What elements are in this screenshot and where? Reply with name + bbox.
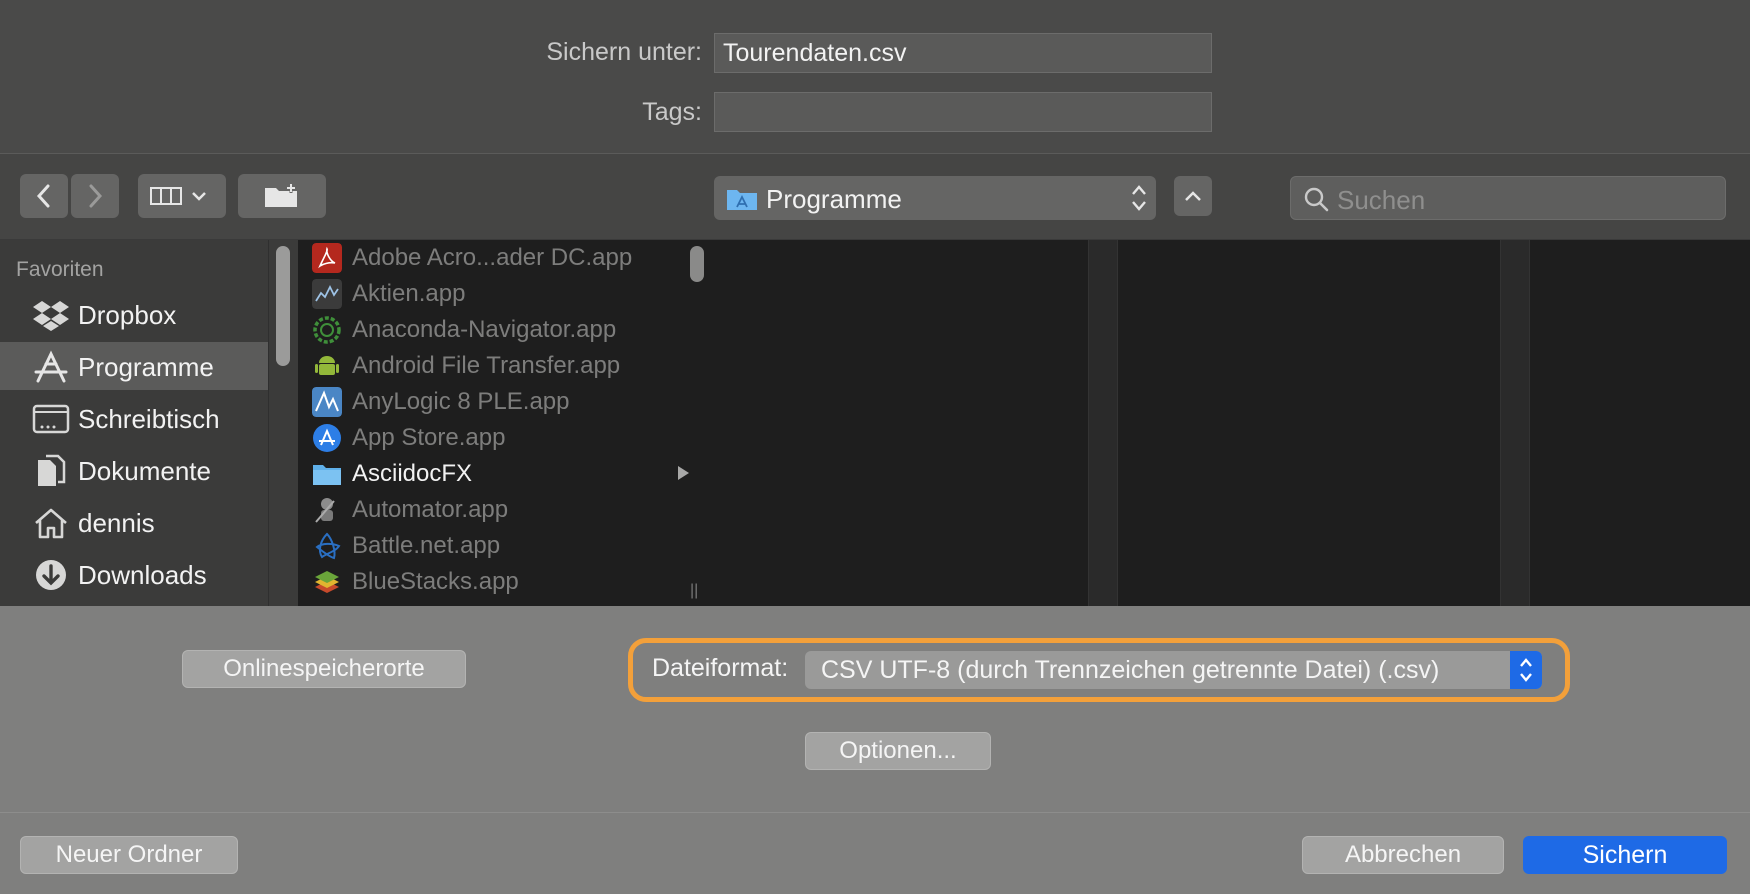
sidebar-item-schreibtisch[interactable]: Schreibtisch — [0, 394, 268, 442]
tags-label: Tags: — [642, 98, 702, 126]
new-folder-button[interactable]: Neuer Ordner — [20, 836, 238, 874]
new-folder-toolbar-button[interactable] — [238, 174, 326, 218]
file-item[interactable]: Adobe Acro...ader DC.app — [312, 240, 688, 276]
applications-icon — [34, 350, 68, 383]
anylogic-icon — [312, 387, 342, 417]
back-button[interactable] — [20, 174, 68, 218]
dropbox-icon — [33, 301, 69, 331]
sidebar-item-dropbox[interactable]: Dropbox — [0, 290, 268, 338]
divider — [0, 812, 1750, 813]
sidebar-scrollbar[interactable] — [276, 246, 290, 366]
disclosure-arrow-icon — [678, 466, 689, 480]
sidebar-item-label: dennis — [78, 508, 155, 538]
search-icon — [1304, 187, 1329, 212]
chevron-up-icon — [1185, 191, 1201, 201]
file-item[interactable]: Battle.net.app — [312, 528, 688, 564]
documents-icon — [38, 454, 66, 486]
sidebar-heading: Favoriten — [16, 258, 104, 281]
file-item[interactable]: Aktien.app — [312, 276, 688, 312]
chevron-left-icon — [36, 184, 50, 208]
anaconda-icon — [313, 316, 341, 344]
chevron-up-down-icon — [1520, 658, 1532, 682]
online-locations-button[interactable]: Onlinespeicherorte — [182, 650, 466, 688]
file-name: Battle.net.app — [352, 532, 501, 559]
stocks-icon — [312, 279, 342, 309]
battlenet-icon — [315, 532, 341, 560]
sidebar-item-label: Dropbox — [78, 300, 177, 330]
file-format-value: CSV UTF-8 (durch Trennzeichen getrennte … — [821, 656, 1440, 684]
file-item[interactable]: Anaconda-Navigator.app — [312, 312, 688, 348]
sidebar-item-downloads[interactable]: Downloads — [0, 550, 268, 598]
android-icon — [315, 356, 339, 375]
sidebar-item-label: Schreibtisch — [78, 404, 220, 434]
new-folder-icon — [265, 183, 297, 207]
chevron-up-down-icon — [1132, 185, 1146, 211]
file-name: Android File Transfer.app — [352, 352, 621, 379]
file-name: BlueStacks.app — [352, 568, 519, 595]
column-divider[interactable] — [1500, 240, 1530, 606]
desktop-icon — [32, 404, 70, 434]
app-store-icon — [313, 424, 341, 452]
applications-folder-icon — [727, 190, 757, 210]
adobe-acrobat-icon — [312, 243, 342, 273]
column-divider[interactable] — [1088, 240, 1118, 606]
search-field[interactable]: Suchen — [1290, 176, 1726, 220]
format-stepper[interactable] — [1510, 651, 1542, 689]
folder-icon — [313, 465, 341, 485]
file-name: Adobe Acro...ader DC.app — [352, 244, 633, 271]
toolbar: Programme Suchen — [0, 154, 1750, 240]
file-browser: Adobe Acro...ader DC.app Aktien.app Anac… — [298, 240, 1750, 606]
location-popup[interactable]: Programme — [714, 176, 1156, 220]
column-scrollbar[interactable] — [690, 246, 704, 282]
file-name: AnyLogic 8 PLE.app — [352, 388, 570, 415]
sidebar-item-label: Programme — [78, 352, 214, 382]
bluestacks-icon — [315, 571, 339, 593]
forward-button[interactable] — [71, 174, 119, 218]
save-button[interactable]: Sichern — [1523, 836, 1727, 874]
location-label: Programme — [766, 184, 902, 214]
save-as-label: Sichern unter: — [546, 38, 702, 66]
format-label: Dateiformat: — [652, 654, 789, 682]
home-icon — [35, 508, 67, 539]
file-item[interactable]: Android File Transfer.app — [312, 348, 688, 384]
file-item[interactable]: AnyLogic 8 PLE.app — [312, 384, 688, 420]
view-mode-button[interactable] — [138, 174, 226, 218]
file-name: App Store.app — [352, 424, 506, 451]
column-resize-handle[interactable]: || — [690, 582, 698, 600]
sidebar-item-label: Downloads — [78, 560, 207, 590]
columns-view-icon — [150, 187, 206, 205]
cancel-button[interactable]: Abbrechen — [1302, 836, 1504, 874]
downloads-icon — [36, 560, 66, 590]
sidebar-item-programme[interactable]: Programme — [0, 342, 268, 390]
sidebar-item-dennis[interactable]: dennis — [0, 498, 268, 546]
file-name: Aktien.app — [352, 280, 466, 307]
sidebar-item-label: Dokumente — [78, 456, 211, 486]
sidebar-item-dokumente[interactable]: Dokumente — [0, 446, 268, 494]
chevron-right-icon — [89, 184, 103, 208]
options-button[interactable]: Optionen... — [805, 732, 991, 770]
file-name: Automator.app — [352, 496, 509, 523]
file-name: AsciidocFX — [352, 460, 473, 487]
tags-input[interactable] — [714, 92, 1212, 132]
file-item[interactable]: Automator.app — [312, 492, 688, 528]
file-item[interactable]: App Store.app — [312, 420, 688, 456]
file-item[interactable]: BlueStacks.app — [312, 564, 688, 600]
expand-collapse-button[interactable] — [1174, 176, 1212, 216]
search-placeholder: Suchen — [1337, 185, 1426, 215]
save-as-input[interactable]: Tourendaten.csv — [714, 33, 1212, 73]
save-name-area: Sichern unter: Tourendaten.csv Tags: — [0, 0, 1750, 154]
file-name: Anaconda-Navigator.app — [352, 316, 617, 343]
sidebar: Favoriten Dropbox Programme Schreibtisch… — [0, 240, 268, 606]
automator-icon — [315, 498, 335, 523]
folder-item[interactable]: AsciidocFX — [312, 456, 689, 492]
file-format-popup[interactable]: CSV UTF-8 (durch Trennzeichen getrennte … — [805, 651, 1542, 689]
